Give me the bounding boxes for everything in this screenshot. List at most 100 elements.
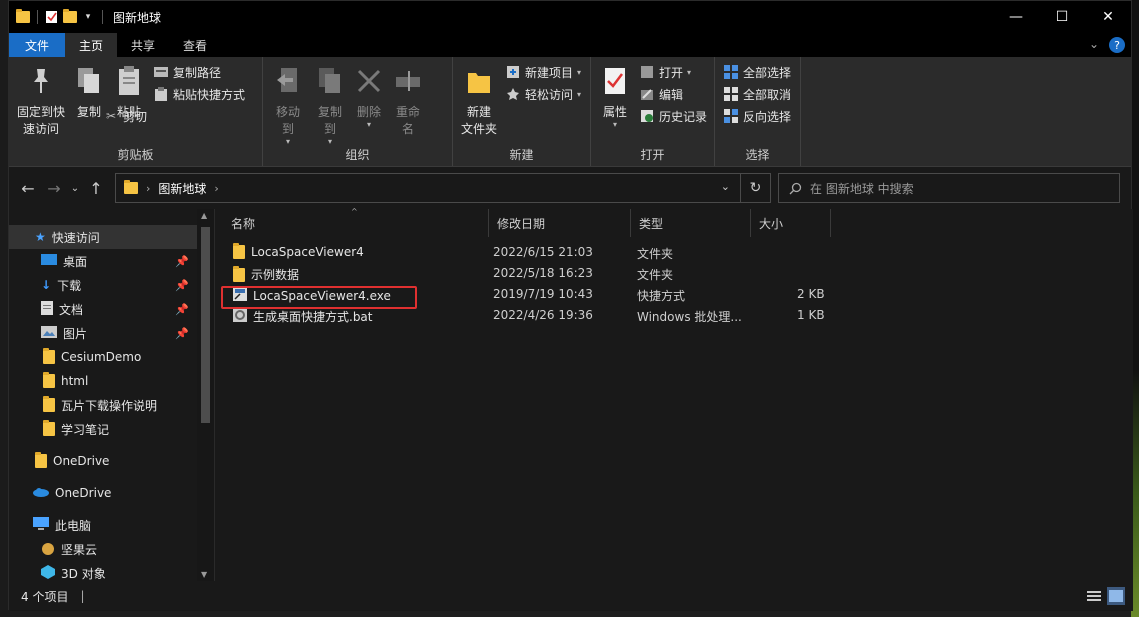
nav-label: 学习笔记 (61, 422, 110, 437)
cloud-icon (33, 486, 49, 500)
chevron-down-icon: ▾ (285, 137, 290, 146)
nav-item-desktop[interactable]: 桌面 📌 (9, 249, 197, 273)
title-bar: ▾ 图新地球 — ☐ ✕ (9, 1, 1131, 33)
nav-item-jianguoyun[interactable]: 坚果云 (9, 537, 197, 561)
nav-item-quick-access[interactable]: ★ 快速访问 (9, 225, 197, 249)
nut-icon (41, 541, 55, 558)
status-bar: 4 个项目 | (9, 581, 1133, 611)
pin-label-line2: 速访问 (22, 122, 59, 136)
file-size: 1 KB (797, 308, 825, 322)
new-folder-label-line1: 新建 (466, 105, 491, 119)
open-small-actions: 打开 ▾ 编辑 历史记录 (635, 61, 711, 127)
pin-icon[interactable]: 📌 (175, 303, 189, 316)
easy-access-icon (505, 86, 521, 102)
column-header-type[interactable]: 类型 (631, 209, 751, 237)
scrollbar-thumb[interactable] (201, 227, 210, 423)
select-none-button[interactable]: 全部取消 (723, 85, 791, 103)
select-small-actions: 全部选择 全部取消 反向选择 (719, 61, 795, 127)
address-dropdown-chevron-icon[interactable]: ⌄ (721, 180, 730, 193)
tab-file[interactable]: 文件 (9, 33, 65, 57)
maximize-button[interactable]: ☐ (1039, 1, 1085, 33)
breadcrumb-separator-icon[interactable]: › (146, 182, 150, 195)
minimize-button[interactable]: — (993, 1, 1039, 33)
refresh-icon[interactable]: ↻ (740, 174, 770, 202)
breadcrumb-separator-icon[interactable]: › (214, 182, 218, 195)
new-folder-button[interactable]: 新建 文件夹 (457, 61, 501, 137)
cut-button[interactable]: ✂ 剪切 (103, 107, 245, 125)
pin-to-quick-access-button[interactable]: 固定到快 速访问 (13, 61, 69, 137)
pin-icon[interactable]: 📌 (175, 279, 189, 292)
tab-home[interactable]: 主页 (65, 33, 118, 57)
large-icons-view-icon[interactable] (1107, 587, 1125, 605)
copy-path-label: 复制路径 (173, 65, 222, 80)
nav-item-html[interactable]: html (9, 369, 197, 393)
column-header-name[interactable]: 名称 (223, 209, 489, 237)
nav-item-cesiumdemo[interactable]: CesiumDemo (9, 345, 197, 369)
rename-button[interactable]: 重命名 (387, 61, 429, 137)
properties-button[interactable]: 属性 ▾ (595, 61, 635, 129)
open-button[interactable]: 打开 ▾ (639, 63, 707, 81)
nav-scrollbar[interactable]: ▲ ▼ (197, 209, 214, 581)
new-folder-label-line2: 文件夹 (461, 122, 498, 136)
nav-item-this-pc[interactable]: 此电脑 (9, 513, 197, 537)
delete-x-icon (353, 63, 385, 99)
search-box[interactable]: 在 图新地球 中搜索 (778, 173, 1120, 203)
nav-label: 此电脑 (55, 518, 92, 533)
address-bar[interactable]: › 图新地球 › ⌄ ↻ (115, 173, 771, 203)
recent-locations-chevron-icon[interactable]: ⌄ (67, 183, 83, 194)
move-to-label: 移动到 (275, 105, 300, 136)
column-header-modified[interactable]: 修改日期 (489, 209, 631, 237)
easy-access-label: 轻松访问 (525, 87, 574, 102)
open-label: 打开 (659, 65, 684, 80)
edit-button[interactable]: 编辑 (639, 85, 707, 103)
nav-item-tile-download-guide[interactable]: 瓦片下载操作说明 (9, 393, 197, 417)
invert-selection-label: 反向选择 (743, 109, 792, 124)
group-label-new: 新建 (509, 148, 534, 162)
nav-item-documents[interactable]: 文档 📌 (9, 297, 197, 321)
back-arrow-icon[interactable]: ← (15, 179, 41, 198)
table-row[interactable]: LocaSpaceViewer4 2022/6/15 21:03 文件夹 (229, 242, 829, 263)
pin-icon[interactable]: 📌 (175, 327, 189, 340)
history-icon (639, 108, 655, 124)
new-item-button[interactable]: 新建项目 ▾ (505, 63, 581, 81)
scroll-up-icon[interactable]: ▲ (201, 211, 207, 220)
copy-to-button[interactable]: 复制到 ▾ (309, 61, 351, 146)
easy-access-button[interactable]: 轻松访问 ▾ (505, 85, 581, 103)
pin-icon[interactable]: 📌 (175, 255, 189, 268)
chevron-down-icon: ▾ (327, 137, 332, 146)
breadcrumb-current[interactable]: 图新地球 (158, 180, 206, 197)
details-view-icon[interactable] (1085, 587, 1103, 605)
nav-item-onedrive-personal[interactable]: OneDrive (9, 449, 197, 473)
help-icon[interactable]: ? (1109, 37, 1125, 53)
history-button[interactable]: 历史记录 (639, 107, 707, 125)
tab-share[interactable]: 共享 (117, 33, 169, 57)
up-arrow-icon[interactable]: ↑ (83, 179, 109, 198)
ribbon-group-clipboard: 固定到快 速访问 复制 粘贴 复制路径 粘贴快捷方式 ✂ 剪切 剪贴板 (9, 57, 263, 166)
chevron-down-icon[interactable]: ▾ (80, 9, 96, 25)
nav-label: 瓦片下载操作说明 (61, 398, 158, 413)
chevron-down-icon[interactable]: ⌄ (1089, 37, 1099, 53)
select-all-button[interactable]: 全部选择 (723, 63, 791, 81)
nav-item-pictures[interactable]: 图片 📌 (9, 321, 197, 345)
scroll-down-icon[interactable]: ▼ (201, 570, 207, 579)
delete-button[interactable]: 删除 ▾ (351, 61, 387, 129)
window-controls: — ☐ ✕ (993, 1, 1131, 33)
nav-item-downloads[interactable]: ↓ 下载 📌 (9, 273, 197, 297)
copy-path-button[interactable]: 复制路径 (153, 63, 245, 81)
folder-icon (43, 420, 55, 436)
paste-shortcut-button[interactable]: 粘贴快捷方式 (153, 85, 245, 103)
table-row[interactable]: 示例数据 2022/5/18 16:23 文件夹 (229, 263, 829, 284)
invert-selection-button[interactable]: 反向选择 (723, 107, 791, 125)
move-to-button[interactable]: 移动到 ▾ (267, 61, 309, 146)
tab-view[interactable]: 查看 (169, 33, 221, 57)
new-item-label: 新建项目 (525, 65, 574, 80)
edit-label: 编辑 (659, 87, 684, 102)
nav-item-onedrive[interactable]: OneDrive (9, 481, 197, 505)
new-folder-icon[interactable] (62, 9, 78, 25)
folder-icon (43, 348, 55, 364)
forward-arrow-icon[interactable]: → (41, 179, 67, 198)
properties-check-icon[interactable] (44, 9, 60, 25)
column-header-size[interactable]: 大小 (751, 209, 831, 237)
nav-item-study-notes[interactable]: 学习笔记 (9, 417, 197, 441)
close-button[interactable]: ✕ (1085, 1, 1131, 33)
